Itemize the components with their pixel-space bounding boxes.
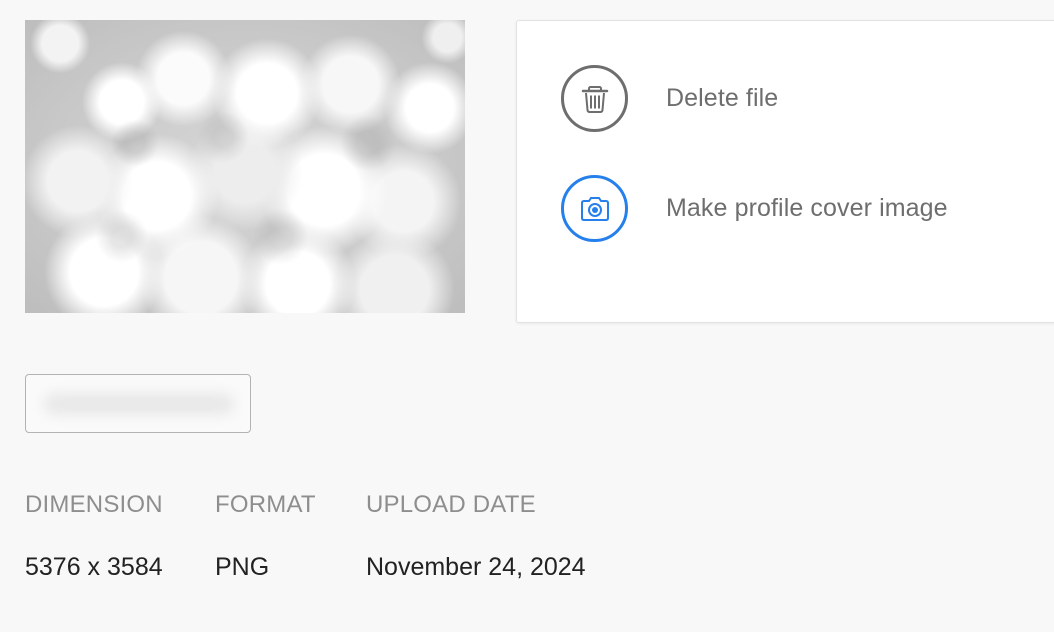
- blurred-file-name: [44, 393, 234, 415]
- file-name-field[interactable]: [25, 374, 251, 433]
- delete-icon-circle: [561, 65, 628, 132]
- dimension-label: DIMENSION: [25, 491, 163, 518]
- format-label: FORMAT: [215, 491, 316, 518]
- camera-icon: [580, 196, 609, 221]
- make-cover-image-button[interactable]: Make profile cover image: [561, 175, 948, 242]
- image-thumbnail: [25, 20, 465, 313]
- upload-date-label: UPLOAD DATE: [366, 491, 536, 518]
- trash-icon: [581, 85, 608, 113]
- delete-file-button[interactable]: Delete file: [561, 65, 778, 132]
- delete-file-label: Delete file: [666, 84, 779, 112]
- upload-date-value: November 24, 2024: [366, 553, 586, 581]
- file-actions-panel: Delete file Make profile cover image: [516, 20, 1054, 323]
- dimension-value: 5376 x 3584: [25, 553, 163, 581]
- make-cover-image-label: Make profile cover image: [666, 194, 948, 222]
- cover-icon-circle: [561, 175, 628, 242]
- format-value: PNG: [215, 553, 270, 581]
